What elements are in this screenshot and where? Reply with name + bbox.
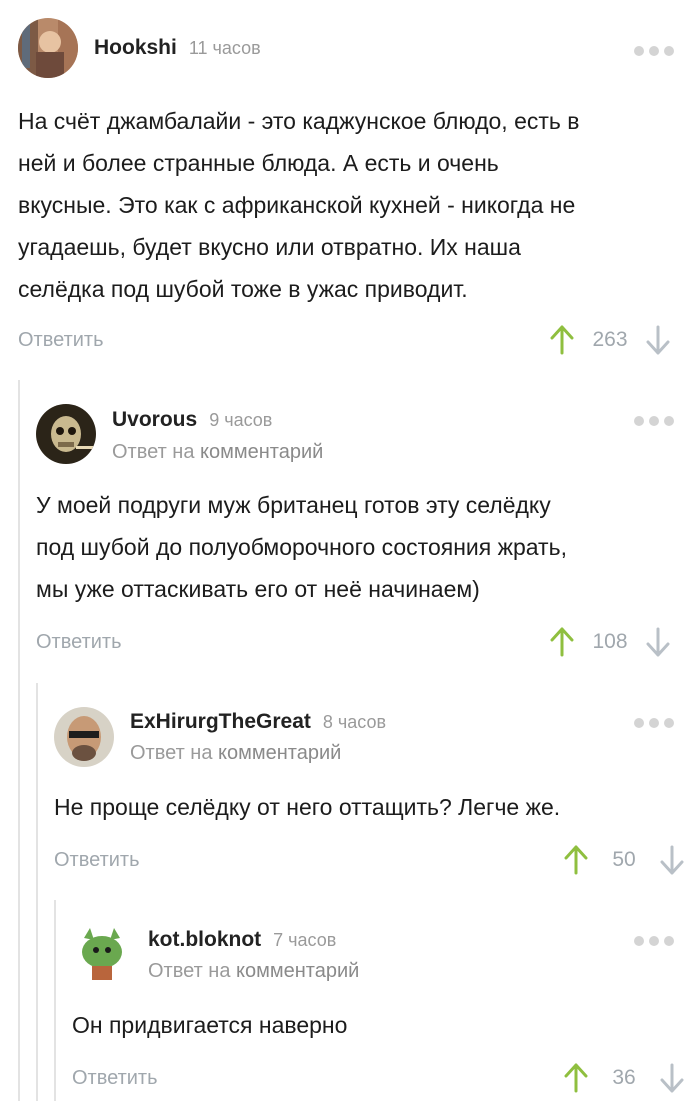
upvote-arrow-icon[interactable] xyxy=(550,325,574,355)
rating-controls: 263 xyxy=(550,325,670,355)
downvote-arrow-icon[interactable] xyxy=(660,1063,684,1093)
thread-line-level-1 xyxy=(18,380,20,1101)
reply-to-line: Ответ на комментарий xyxy=(112,441,323,464)
avatar-uvorous-image xyxy=(36,404,96,464)
rating-controls: 108 xyxy=(550,627,670,657)
rating-controls: 50 xyxy=(564,845,684,875)
reply-to-line: Ответ на комментарий xyxy=(130,742,341,765)
more-options-button[interactable] xyxy=(634,716,674,730)
comment-text: Он придвигается наверно xyxy=(72,1012,348,1038)
username[interactable]: ExHirurgTheGreat xyxy=(130,710,311,734)
thread-line-level-3 xyxy=(54,900,56,1101)
avatar-hookshi-image xyxy=(18,18,78,78)
comment-text: На счёт джамбалайи - это каджунское блюд… xyxy=(18,108,580,302)
username[interactable]: Uvorous xyxy=(112,408,197,432)
rating-count: 50 xyxy=(612,848,636,871)
comment-text: У моей подруги муж британец готов эту се… xyxy=(36,492,567,602)
timestamp: 7 часов xyxy=(273,930,337,950)
timestamp: 8 часов xyxy=(322,712,387,732)
avatar[interactable] xyxy=(54,707,114,767)
rating-count: 263 xyxy=(592,328,628,351)
reply-to-prefix: Ответ на xyxy=(112,441,195,463)
reply-button[interactable]: Ответить xyxy=(36,631,122,654)
more-options-button[interactable] xyxy=(634,934,674,948)
upvote-arrow-icon[interactable] xyxy=(550,627,574,657)
upvote-arrow-icon[interactable] xyxy=(564,1063,588,1093)
reply-button[interactable]: Ответить xyxy=(72,1067,158,1090)
reply-to-prefix: Ответ на xyxy=(130,742,213,764)
more-options-button[interactable] xyxy=(634,44,674,58)
timestamp: 9 часов xyxy=(209,410,273,430)
rating-count: 108 xyxy=(592,630,628,653)
avatar-exhirurg-image xyxy=(54,707,114,767)
reply-to-link[interactable]: комментарий xyxy=(218,742,341,764)
avatar-kot-bloknot-image xyxy=(72,924,132,984)
username[interactable]: Hookshi xyxy=(94,36,177,60)
rating-count: 36 xyxy=(612,1066,636,1089)
reply-to-line: Ответ на комментарий xyxy=(148,960,359,983)
timestamp: 11 часов xyxy=(188,38,261,58)
thread-line-level-2 xyxy=(36,683,38,1101)
reply-to-link[interactable]: комментарий xyxy=(200,441,323,463)
reply-button[interactable]: Ответить xyxy=(54,849,140,872)
reply-to-link[interactable]: комментарий xyxy=(236,960,359,982)
upvote-arrow-icon[interactable] xyxy=(564,845,588,875)
avatar[interactable] xyxy=(18,18,78,78)
reply-to-prefix: Ответ на xyxy=(148,960,231,982)
reply-button[interactable]: Ответить xyxy=(18,329,104,352)
avatar[interactable] xyxy=(36,404,96,464)
avatar[interactable] xyxy=(72,924,132,984)
comment-text: Не проще селёдку от него оттащить? Легче… xyxy=(54,794,561,820)
downvote-arrow-icon[interactable] xyxy=(660,845,684,875)
rating-controls: 36 xyxy=(564,1063,684,1093)
more-options-button[interactable] xyxy=(634,414,674,428)
username[interactable]: kot.bloknot xyxy=(148,928,261,952)
downvote-arrow-icon[interactable] xyxy=(646,325,670,355)
downvote-arrow-icon[interactable] xyxy=(646,627,670,657)
